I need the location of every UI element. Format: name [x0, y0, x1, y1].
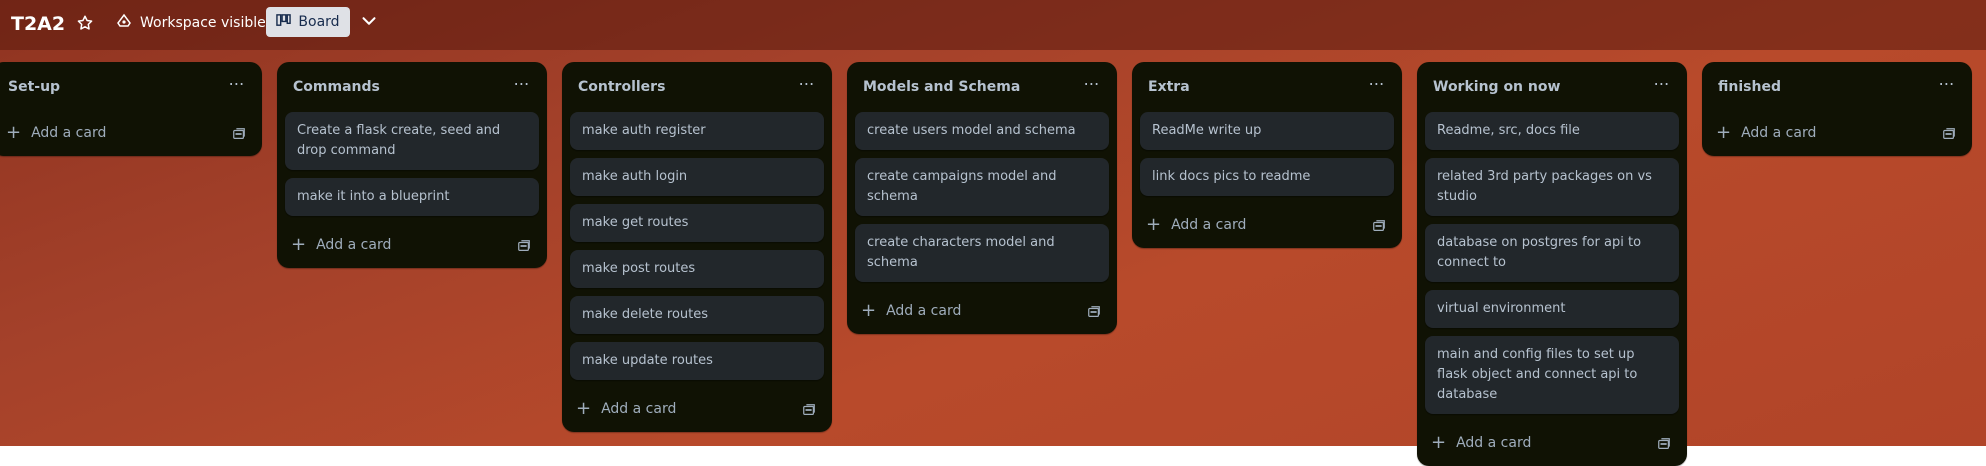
- plus-icon: +: [1146, 214, 1162, 235]
- card[interactable]: virtual environment: [1425, 290, 1679, 328]
- list-title[interactable]: Controllers: [578, 79, 665, 95]
- more-icon[interactable]: ⋯: [1081, 76, 1103, 95]
- add-card-row: + Add a card: [277, 224, 547, 268]
- add-card-label: Add a card: [1741, 125, 1817, 141]
- list-working-on-now: Working on now ⋯ Readme, src, docs file rel…: [1417, 62, 1687, 466]
- list-title[interactable]: Set-up: [8, 79, 60, 95]
- list-header: Extra ⋯: [1132, 62, 1402, 112]
- card[interactable]: make delete routes: [570, 296, 824, 334]
- add-card-label: Add a card: [316, 237, 392, 253]
- workspace-visibility-button[interactable]: Workspace visible: [116, 12, 266, 34]
- add-card-label: Add a card: [1171, 217, 1247, 233]
- list-controllers: Controllers ⋯ make auth register make auth …: [562, 62, 832, 432]
- card-list: ReadMe write up link docs pics to readme: [1132, 112, 1402, 196]
- add-card-button[interactable]: + Add a card: [861, 302, 961, 320]
- list-extra: Extra ⋯ ReadMe write up link docs pics to r…: [1132, 62, 1402, 248]
- board-view-icon: [276, 13, 292, 32]
- list-header: finished ⋯: [1702, 62, 1972, 112]
- add-card-label: Add a card: [31, 125, 107, 141]
- add-card-button[interactable]: + Add a card: [1431, 434, 1531, 452]
- more-icon[interactable]: ⋯: [796, 76, 818, 95]
- plus-icon: +: [291, 234, 307, 255]
- card[interactable]: ReadMe write up: [1140, 112, 1394, 150]
- add-card-row: + Add a card: [1702, 112, 1972, 156]
- list-set-up: Set-up ⋯ + Add a card: [0, 62, 262, 156]
- card[interactable]: create campaigns model and schema: [855, 158, 1109, 216]
- card[interactable]: make auth login: [570, 158, 824, 196]
- list-title[interactable]: Working on now: [1433, 79, 1560, 95]
- add-card-row: + Add a card: [562, 388, 832, 432]
- add-card-label: Add a card: [1456, 435, 1532, 451]
- board-canvas: T2A2 Workspace visible Board Set-up ⋯ + Add…: [0, 0, 1986, 466]
- card[interactable]: make auth register: [570, 112, 824, 150]
- plus-icon: +: [1431, 432, 1447, 453]
- chevron-down-icon[interactable]: [358, 10, 380, 32]
- card-list: Create a flask create, seed and drop com…: [277, 112, 547, 216]
- list-finished: finished ⋯ + Add a card: [1702, 62, 1972, 156]
- board-view-button[interactable]: Board: [266, 7, 350, 37]
- add-card-button[interactable]: + Add a card: [1716, 124, 1816, 142]
- workspace-visible-label: Workspace visible: [140, 15, 266, 31]
- card-template-icon[interactable]: [1372, 218, 1388, 234]
- card[interactable]: create users model and schema: [855, 112, 1109, 150]
- card[interactable]: database on postgres for api to connect …: [1425, 224, 1679, 282]
- board-header: T2A2 Workspace visible Board: [0, 0, 1986, 50]
- add-card-button[interactable]: + Add a card: [291, 236, 391, 254]
- plus-icon: +: [576, 398, 592, 419]
- list-title[interactable]: Extra: [1148, 79, 1190, 95]
- card[interactable]: make get routes: [570, 204, 824, 242]
- card-list: Readme, src, docs file related 3rd party …: [1417, 112, 1687, 414]
- list-header: Working on now ⋯: [1417, 62, 1687, 112]
- card-list: create users model and schema create camp…: [847, 112, 1117, 282]
- add-card-button[interactable]: + Add a card: [6, 124, 106, 142]
- star-icon[interactable]: [74, 12, 96, 34]
- plus-icon: +: [861, 300, 877, 321]
- add-card-row: + Add a card: [1417, 422, 1687, 466]
- card[interactable]: related 3rd party packages on vs studio: [1425, 158, 1679, 216]
- list-header: Controllers ⋯: [562, 62, 832, 112]
- card[interactable]: Create a flask create, seed and drop com…: [285, 112, 539, 170]
- more-icon[interactable]: ⋯: [226, 76, 248, 95]
- add-card-button[interactable]: + Add a card: [576, 400, 676, 418]
- card[interactable]: make update routes: [570, 342, 824, 380]
- add-card-label: Add a card: [601, 401, 677, 417]
- plus-icon: +: [1716, 122, 1732, 143]
- more-icon[interactable]: ⋯: [1651, 76, 1673, 95]
- list-title[interactable]: Models and Schema: [863, 79, 1020, 95]
- card[interactable]: main and config files to set up flask ob…: [1425, 336, 1679, 414]
- card-template-icon[interactable]: [1942, 126, 1958, 142]
- list-header: Models and Schema ⋯: [847, 62, 1117, 112]
- card-template-icon[interactable]: [232, 126, 248, 142]
- add-card-button[interactable]: + Add a card: [1146, 216, 1246, 234]
- card[interactable]: make it into a blueprint: [285, 178, 539, 216]
- plus-icon: +: [6, 122, 22, 143]
- add-card-row: + Add a card: [1132, 204, 1402, 248]
- card-template-icon[interactable]: [1657, 436, 1673, 452]
- list-header: Commands ⋯: [277, 62, 547, 112]
- add-card-row: + Add a card: [0, 112, 262, 156]
- list-commands: Commands ⋯ Create a flask create, seed and…: [277, 62, 547, 268]
- card-template-icon[interactable]: [517, 238, 533, 254]
- card-list: make auth register make auth login make ge…: [562, 112, 832, 380]
- more-icon[interactable]: ⋯: [1366, 76, 1388, 95]
- workspace-visible-icon: [116, 13, 132, 33]
- list-header: Set-up ⋯: [0, 62, 262, 112]
- card[interactable]: Readme, src, docs file: [1425, 112, 1679, 150]
- card-template-icon[interactable]: [802, 402, 818, 418]
- more-icon[interactable]: ⋯: [1936, 76, 1958, 95]
- list-models-and-schema: Models and Schema ⋯ create users model and…: [847, 62, 1117, 334]
- board-title[interactable]: T2A2: [11, 13, 65, 35]
- card[interactable]: create characters model and schema: [855, 224, 1109, 282]
- board-view-label: Board: [298, 14, 340, 30]
- add-card-row: + Add a card: [847, 290, 1117, 334]
- list-title[interactable]: finished: [1718, 79, 1781, 95]
- card-template-icon[interactable]: [1087, 304, 1103, 320]
- card[interactable]: link docs pics to readme: [1140, 158, 1394, 196]
- list-title[interactable]: Commands: [293, 79, 380, 95]
- more-icon[interactable]: ⋯: [511, 76, 533, 95]
- card[interactable]: make post routes: [570, 250, 824, 288]
- add-card-label: Add a card: [886, 303, 962, 319]
